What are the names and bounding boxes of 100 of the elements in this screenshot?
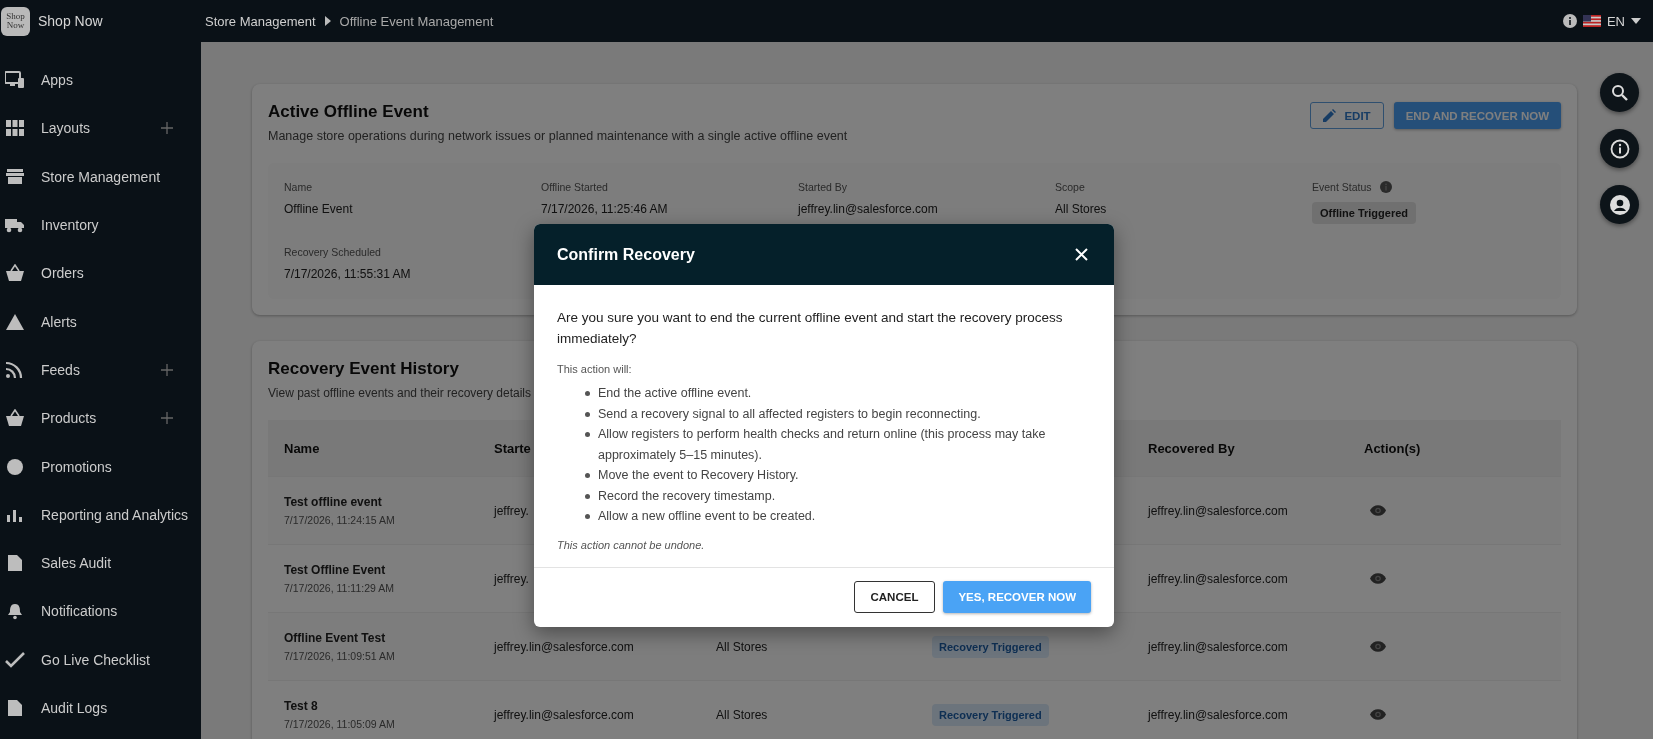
basket-icon xyxy=(5,409,25,428)
sidebar-item[interactable]: Reporting and Analytics xyxy=(0,490,201,539)
chevron-icon xyxy=(324,16,331,26)
warning-icon xyxy=(5,312,25,331)
sidebar-item[interactable]: Apps xyxy=(0,56,201,105)
table-cell: jeffrey.lin@salesforce.com xyxy=(1148,571,1288,586)
bullet-icon xyxy=(585,391,590,396)
sidebar-item[interactable]: Store Management xyxy=(0,152,201,201)
event-name: Test Offline Event xyxy=(284,563,387,577)
list-item: Allow registers to perform health checks and return online (this process may take approximately 5–15 minutes). xyxy=(598,426,1047,464)
field-value: 7/17/2026, 11:55:31 AM xyxy=(284,267,412,281)
field-label: Name xyxy=(284,181,312,193)
column-header: Action(s) xyxy=(1364,440,1421,456)
view-icon[interactable] xyxy=(1370,641,1386,652)
app-name: Shop Now xyxy=(38,13,103,29)
field-value: Offline Event xyxy=(284,202,354,216)
sidebar-item[interactable]: Promotions xyxy=(0,442,201,491)
list-item: End the active offline event. xyxy=(598,385,752,402)
field-label: Scope xyxy=(1055,181,1085,193)
flag-icon xyxy=(1582,15,1601,27)
rss-icon xyxy=(5,360,25,379)
field-value: jeffrey.lin@salesforce.com xyxy=(798,202,939,216)
breadcrumb-item: Offline Event Management xyxy=(339,13,494,29)
view-icon[interactable] xyxy=(1370,573,1386,584)
plus-icon[interactable] xyxy=(161,363,173,376)
sidebar-item[interactable]: Feeds xyxy=(0,345,201,395)
dialog-question: Are you sure you want to end the current offline event and start the recovery process immediately? xyxy=(557,309,1064,348)
checkmark-icon xyxy=(5,650,25,669)
view-icon[interactable] xyxy=(1370,505,1386,516)
plus-icon[interactable] xyxy=(161,122,173,135)
table-cell: jeffrey.lin@salesforce.com xyxy=(1148,639,1288,654)
list-item: Send a recovery signal to all affected registers to begin reconnecting. xyxy=(598,405,981,423)
field-label: Started By xyxy=(798,181,848,193)
sidebar-item[interactable]: Sales Audit xyxy=(0,538,201,588)
grid-icon xyxy=(5,119,25,138)
list-item: Allow a new offline event to be created. xyxy=(598,508,816,525)
sidebar-item[interactable]: Orders xyxy=(0,249,201,298)
breadcrumb-item[interactable]: Store Management xyxy=(205,13,316,29)
table-cell: jeffrey.lin@salesforce.com xyxy=(1148,707,1288,722)
event-name: Test 8 xyxy=(284,699,319,713)
language-selector[interactable]: EN xyxy=(1606,13,1625,29)
status-badge: Offline Triggered xyxy=(1312,202,1416,224)
table-cell: All Stores xyxy=(716,707,768,722)
apps-icon xyxy=(5,71,25,90)
event-name: Test offline event xyxy=(284,495,383,509)
table-cell: jeffrey.lin@salesforce.com xyxy=(494,639,634,654)
warning-note: This action cannot be undone. xyxy=(557,538,706,551)
bell-icon xyxy=(5,602,25,621)
pencil-icon xyxy=(1323,109,1337,122)
status-badge: Recovery Triggered xyxy=(932,635,1049,658)
view-icon[interactable] xyxy=(1370,709,1386,720)
dialog-text: This action will: xyxy=(557,363,633,375)
bullet-icon xyxy=(585,473,590,478)
field-value: All Stores xyxy=(1055,202,1108,216)
store-icon xyxy=(5,167,25,186)
field-label: Offline Started xyxy=(541,181,608,193)
user-icon xyxy=(1609,194,1630,215)
sidebar-item[interactable]: Inventory xyxy=(0,200,201,250)
bullet-icon xyxy=(585,514,590,519)
event-date: 7/17/2026, 11:05:09 AM xyxy=(284,718,396,730)
section-title: Recovery Event History xyxy=(268,359,459,379)
sidebar-item[interactable]: Go Live Checklist xyxy=(0,635,201,684)
section-title: Active Offline Event xyxy=(268,102,430,122)
info-icon xyxy=(1609,138,1630,159)
field-label: Event Status xyxy=(1312,181,1372,193)
bullet-icon xyxy=(585,432,590,437)
table-cell: All Stores xyxy=(716,639,768,654)
sidebar-item[interactable]: Audit Logs xyxy=(0,683,201,733)
info-icon[interactable] xyxy=(1562,14,1577,28)
close-icon xyxy=(1075,248,1088,261)
event-date: 7/17/2026, 11:11:29 AM xyxy=(284,582,395,594)
search-icon xyxy=(1610,83,1629,102)
event-date: 7/17/2026, 11:24:15 AM xyxy=(284,514,396,526)
field-value: 7/17/2026, 11:25:46 AM xyxy=(541,202,669,216)
dialog-title: Confirm Recovery xyxy=(557,245,695,264)
event-name: Offline Event Test xyxy=(284,631,387,645)
table-cell: jeffrey. xyxy=(494,571,529,586)
status-badge: Recovery Triggered xyxy=(932,703,1049,726)
plus-icon[interactable] xyxy=(161,412,173,425)
column-header: Recovered By xyxy=(1148,440,1235,456)
truck-icon xyxy=(5,216,25,235)
sidebar-item[interactable]: Notifications xyxy=(0,587,201,636)
info-button[interactable] xyxy=(1600,129,1639,168)
caret-icon[interactable] xyxy=(1631,18,1641,24)
cancel-button[interactable]: CANCEL xyxy=(853,580,936,613)
sidebar-item[interactable]: Layouts xyxy=(0,104,201,153)
section-description: Manage store operations during network issues or planned maintenance with a single active offline event xyxy=(268,129,848,143)
close-button[interactable] xyxy=(1073,246,1090,263)
search-button[interactable] xyxy=(1600,73,1639,112)
column-header: Starte xyxy=(494,440,531,456)
account-button[interactable] xyxy=(1600,185,1639,224)
basket-icon xyxy=(5,264,25,283)
field-label: Recovery Scheduled xyxy=(284,246,381,258)
table-cell: jeffrey.lin@salesforce.com xyxy=(1148,503,1288,518)
section-description: View past offline events and their recovery details xyxy=(268,386,532,400)
logo: Shop Now xyxy=(1,6,30,36)
table-cell: jeffrey.lin@salesforce.com xyxy=(494,707,634,722)
sidebar-item[interactable]: Alerts xyxy=(0,297,201,346)
sidebar-item[interactable]: Products xyxy=(0,394,201,443)
document-icon xyxy=(5,699,25,717)
